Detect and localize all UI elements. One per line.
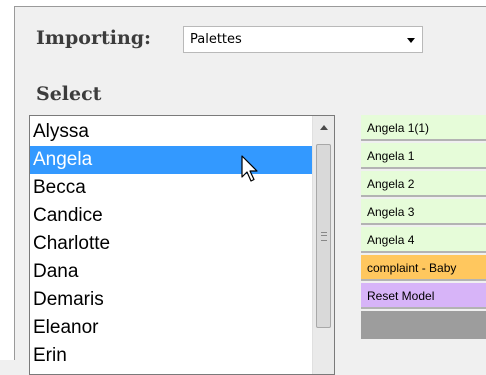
panel-border-top <box>14 6 486 7</box>
mouse-cursor-icon <box>241 155 258 182</box>
select-listbox[interactable]: Alyssa Angela Becca Candice Charlotte Da… <box>29 115 335 375</box>
grip-icon <box>321 232 327 241</box>
list-item[interactable]: Demaris <box>30 286 312 314</box>
palette-button-column: Angela 1(1) Angela 1 Angela 2 Angela 3 A… <box>361 115 486 339</box>
palette-button[interactable]: Reset Model <box>361 283 486 309</box>
panel-border-left <box>14 6 15 360</box>
palette-button[interactable]: Angela 2 <box>361 171 486 197</box>
palette-button[interactable]: Angela 3 <box>361 199 486 225</box>
palette-empty-slot <box>361 311 486 339</box>
list-item[interactable]: Dana <box>30 258 312 286</box>
palette-button[interactable]: Angela 4 <box>361 227 486 253</box>
list-item[interactable]: Becca <box>30 174 312 202</box>
chevron-down-icon[interactable] <box>407 38 415 43</box>
importing-label: Importing: <box>36 27 152 49</box>
list-item[interactable]: Erin <box>30 342 312 370</box>
palette-button[interactable]: complaint - Baby <box>361 255 486 281</box>
select-list: Alyssa Angela Becca Candice Charlotte Da… <box>30 118 312 370</box>
palette-button[interactable]: Angela 1(1) <box>361 115 486 141</box>
up-arrow-icon[interactable] <box>320 125 328 130</box>
list-item[interactable]: Candice <box>30 202 312 230</box>
scrollbar-thumb[interactable] <box>316 144 331 328</box>
vertical-scrollbar[interactable] <box>312 116 334 374</box>
select-label: Select <box>36 83 102 105</box>
list-item[interactable]: Eleanor <box>30 314 312 342</box>
list-item[interactable]: Alyssa <box>30 118 312 146</box>
importing-dropdown-value: Palettes <box>190 32 242 47</box>
list-item-selected[interactable]: Angela <box>30 146 312 174</box>
window-frame-left <box>0 0 14 360</box>
palette-button[interactable]: Angela 1 <box>361 143 486 169</box>
list-item[interactable]: Charlotte <box>30 230 312 258</box>
importing-dropdown[interactable]: Palettes <box>183 26 423 53</box>
